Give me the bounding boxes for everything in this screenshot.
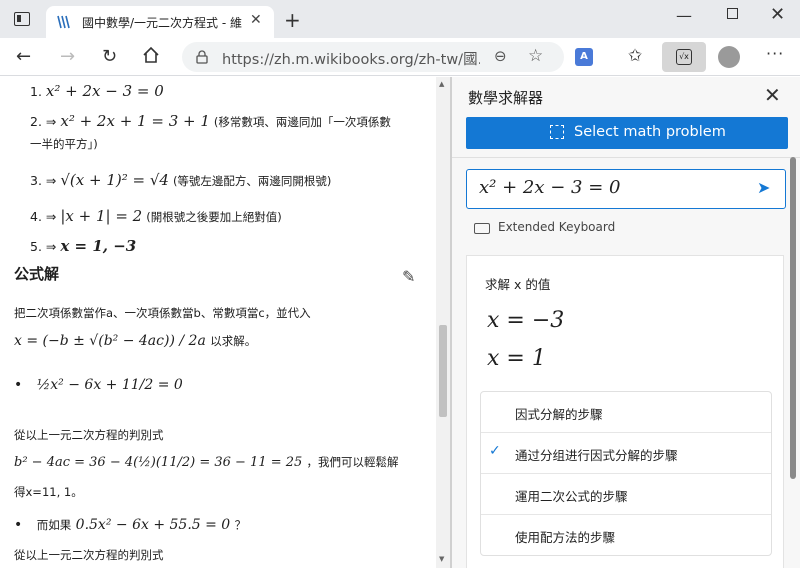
discriminant-line: b² − 4ac = 36 − 4(½)(11/2) = 36 − 11 = 2… (14, 455, 399, 470)
select-math-problem-button[interactable]: Select math problem (466, 117, 788, 149)
back-icon[interactable]: ← (16, 46, 31, 67)
step-option-factoring[interactable]: 因式分解的步驟 (481, 392, 771, 433)
answer: x = −3 (487, 308, 565, 333)
favorites-icon[interactable]: ✩ (628, 46, 642, 66)
divider (452, 157, 800, 158)
favorite-add-icon[interactable]: ☆ (528, 46, 543, 66)
math-input[interactable]: x² + 2x − 3 = 0 ➤ (466, 169, 786, 209)
translate-icon[interactable]: A (575, 48, 593, 66)
step-2-cont: 一半的平方」) (30, 137, 98, 151)
edit-icon[interactable]: ✎ (402, 267, 415, 286)
avatar[interactable] (718, 46, 740, 68)
extended-keyboard-link[interactable]: Extended Keyboard (498, 220, 615, 234)
tab-title: 國中數學/一元二次方程式 - 維基 (82, 16, 242, 30)
panel-scrollbar[interactable] (786, 157, 800, 568)
results-card: 求解 x 的值 x = −3 x = 1 因式分解的步驟 ✓ 通过分组进行因式分… (466, 255, 784, 568)
url-text[interactable]: https://zh.m.wikibooks.org/zh-tw/國... (222, 48, 480, 69)
forward-icon[interactable]: → (60, 46, 75, 67)
discriminant-label: 從以上一元二次方程的判別式 (14, 548, 164, 562)
select-region-icon (550, 125, 564, 139)
browser-tab[interactable]: 國中數學/一元二次方程式 - 維基 ✕ (46, 6, 274, 38)
maximize-icon[interactable] (727, 8, 738, 19)
math-input-value[interactable]: x² + 2x − 3 = 0 (479, 177, 620, 198)
step-option-completing-square[interactable]: 使用配方法的步驟 (481, 515, 771, 556)
solution-steps-list: 因式分解的步驟 ✓ 通过分组进行因式分解的步驟 運用二次公式的步驟 使用配方法的… (480, 391, 772, 556)
close-icon[interactable]: ✕ (764, 83, 781, 107)
page-scrollbar[interactable]: ▲ ▼ (436, 77, 450, 568)
home-icon[interactable] (142, 46, 160, 64)
results-heading: 求解 x 的值 (485, 277, 551, 292)
keyboard-icon[interactable] (474, 223, 490, 234)
window-menu-icon[interactable] (14, 12, 30, 26)
new-tab-icon[interactable]: + (284, 8, 301, 32)
list-item: • ½x² − 6x + 11/2 = 0 (14, 377, 183, 393)
step-2: 2. ⇒ x² + 2x + 1 = 3 + 1 (移常數項、兩邊同加「一次項係… (30, 112, 391, 130)
math-solver-icon: √x (676, 49, 692, 65)
wikibooks-favicon (57, 15, 70, 29)
scroll-up-icon[interactable]: ▲ (439, 80, 444, 88)
zoom-icon[interactable]: ⊖ (494, 47, 507, 65)
intro-text: 把二次項係數當作a、一次項係數當b、常數項當c，並代入 (14, 306, 311, 320)
checkmark-icon: ✓ (489, 443, 501, 459)
solution-text: 得x=11, 1。 (14, 485, 83, 499)
math-solver-panel: 數學求解器 ✕ Select math problem x² + 2x − 3 … (452, 77, 800, 568)
scroll-down-icon[interactable]: ▼ (439, 555, 444, 563)
tab-close-icon[interactable]: ✕ (250, 12, 262, 28)
send-icon[interactable]: ➤ (757, 178, 770, 197)
step-option-quadratic-formula[interactable]: 運用二次公式的步驟 (481, 474, 771, 515)
panel-title: 數學求解器 (468, 89, 544, 107)
answer: x = 1 (487, 346, 546, 371)
select-math-problem-label: Select math problem (574, 124, 726, 140)
step-1: 1. x² + 2x − 3 = 0 (30, 82, 164, 100)
address-bar[interactable]: https://zh.m.wikibooks.org/zh-tw/國... ⊖ … (182, 42, 564, 72)
step-5: 5. ⇒ x = 1, −3 (30, 237, 137, 255)
step-option-grouping[interactable]: ✓ 通过分组进行因式分解的步驟 (481, 433, 771, 474)
quadratic-formula: x = (−b ± √(b² − 4ac)) / 2a 以求解。 (14, 333, 257, 349)
discriminant-label: 從以上一元二次方程的判別式 (14, 428, 164, 442)
more-icon[interactable]: ··· (766, 44, 784, 63)
list-item: • 而如果 0.5x² − 6x + 55.5 = 0 ？ (14, 517, 247, 533)
scrollbar-thumb[interactable] (439, 325, 447, 417)
reload-icon[interactable]: ↻ (102, 46, 117, 67)
page-content: 1. x² + 2x − 3 = 0 2. ⇒ x² + 2x + 1 = 3 … (0, 77, 436, 568)
step-3: 3. ⇒ √(x + 1)² = √4 (等號左邊配方、兩邊同開根號) (30, 171, 332, 189)
section-heading: 公式解 (14, 265, 60, 283)
math-solver-button[interactable]: √x (662, 42, 706, 72)
minimize-icon[interactable]: — (676, 6, 692, 25)
scrollbar-thumb[interactable] (790, 157, 796, 479)
step-4: 4. ⇒ |x + 1| = 2 (開根號之後要加上絕對值) (30, 207, 282, 225)
window-close-icon[interactable]: ✕ (770, 4, 785, 25)
lock-icon[interactable] (196, 50, 208, 64)
tab-bar: 國中數學/一元二次方程式 - 維基 ✕ + — ✕ (0, 0, 800, 38)
